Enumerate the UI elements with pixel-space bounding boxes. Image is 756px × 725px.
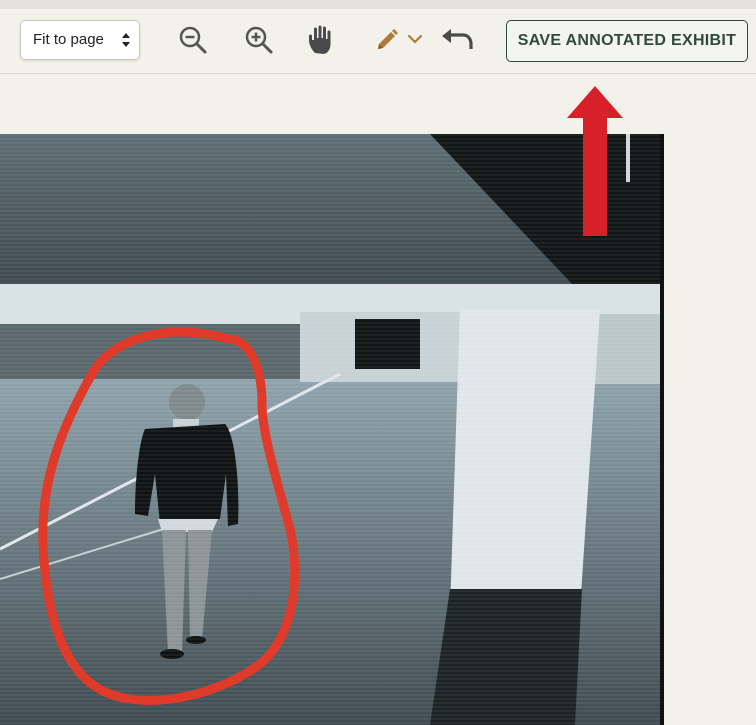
toolbar: Fit to page SAVE ANNOTATED EXHIBIT xyxy=(0,9,756,74)
undo-button[interactable] xyxy=(439,27,473,53)
zoom-out-icon xyxy=(179,26,207,54)
document-gutter xyxy=(0,74,756,134)
pan-button[interactable] xyxy=(306,23,338,57)
window-top-strip xyxy=(0,0,756,9)
zoom-select[interactable]: Fit to page xyxy=(20,20,140,60)
draw-menu-toggle[interactable] xyxy=(407,33,423,45)
select-arrows-icon xyxy=(122,33,130,47)
zoom-in-button[interactable] xyxy=(244,25,274,55)
zoom-out-button[interactable] xyxy=(178,25,208,55)
pencil-icon xyxy=(378,29,398,49)
callout-arrow xyxy=(565,86,625,245)
draw-button[interactable] xyxy=(374,27,400,53)
zoom-select-value: Fit to page xyxy=(33,31,104,48)
chevron-down-icon xyxy=(407,34,423,44)
save-annotated-exhibit-button[interactable]: SAVE ANNOTATED EXHIBIT xyxy=(506,20,748,62)
zoom-in-icon xyxy=(245,26,273,54)
undo-icon xyxy=(442,29,473,49)
hand-icon xyxy=(309,25,331,54)
right-pane xyxy=(664,134,756,725)
up-arrow-icon xyxy=(567,86,623,236)
